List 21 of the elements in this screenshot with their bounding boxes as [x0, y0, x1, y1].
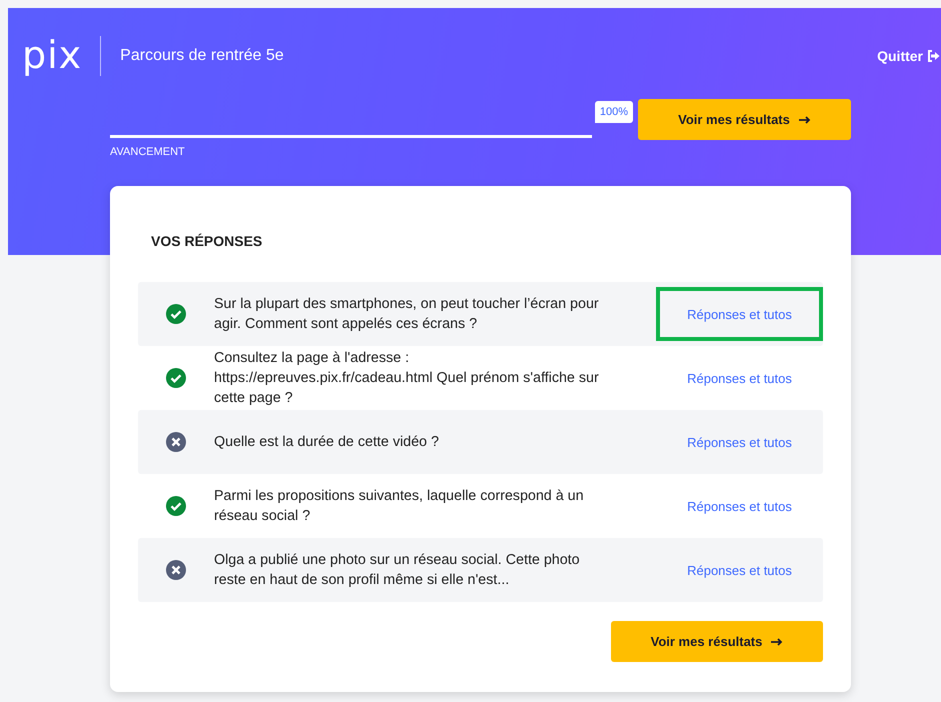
question-text: Sur la plupart des smartphones, on peut toucher l’écran pour agir. Comment sont appelés ces écrans ? — [214, 295, 600, 334]
progress-bubble: 100% — [594, 101, 633, 123]
exit-icon — [927, 50, 940, 62]
question-text: Consultez la page à l'adresse : https://epreuves.pix.fr/cadeau.html Quel prénom s'affiche sur cette page ? — [214, 349, 600, 408]
answers-link[interactable]: Réponses et tutos — [656, 543, 823, 597]
quit-button[interactable]: Quitter — [877, 48, 941, 64]
arrow-icon — [798, 116, 811, 124]
answers-link[interactable]: Réponses et tutos — [656, 479, 823, 533]
progress-label: AVANCEMENT — [110, 146, 186, 158]
logo[interactable]: pix — [22, 36, 102, 76]
answers-link[interactable]: Réponses et tutos — [656, 287, 823, 341]
question-text: Quelle est la durée de cette vidéo ? — [214, 433, 440, 452]
results-button[interactable]: Voir mes résultats — [611, 621, 823, 662]
question-text: Parmi les propositions suivantes, laquelle correspond à un réseau social ? — [214, 487, 585, 526]
answers-link[interactable]: Réponses et tutos — [656, 351, 823, 405]
arrow-icon — [771, 638, 784, 646]
course-title: Parcours de rentrée 5e — [120, 47, 284, 65]
question-text: Olga a publié une photo sur un réseau social. Cette photo reste en haut de son profil même si elle n'est... — [214, 551, 581, 590]
section-heading: VOS RÉPONSES — [151, 233, 264, 251]
results-button[interactable]: Voir mes résultats — [638, 99, 851, 140]
answers-link[interactable]: Réponses et tutos — [656, 415, 823, 469]
